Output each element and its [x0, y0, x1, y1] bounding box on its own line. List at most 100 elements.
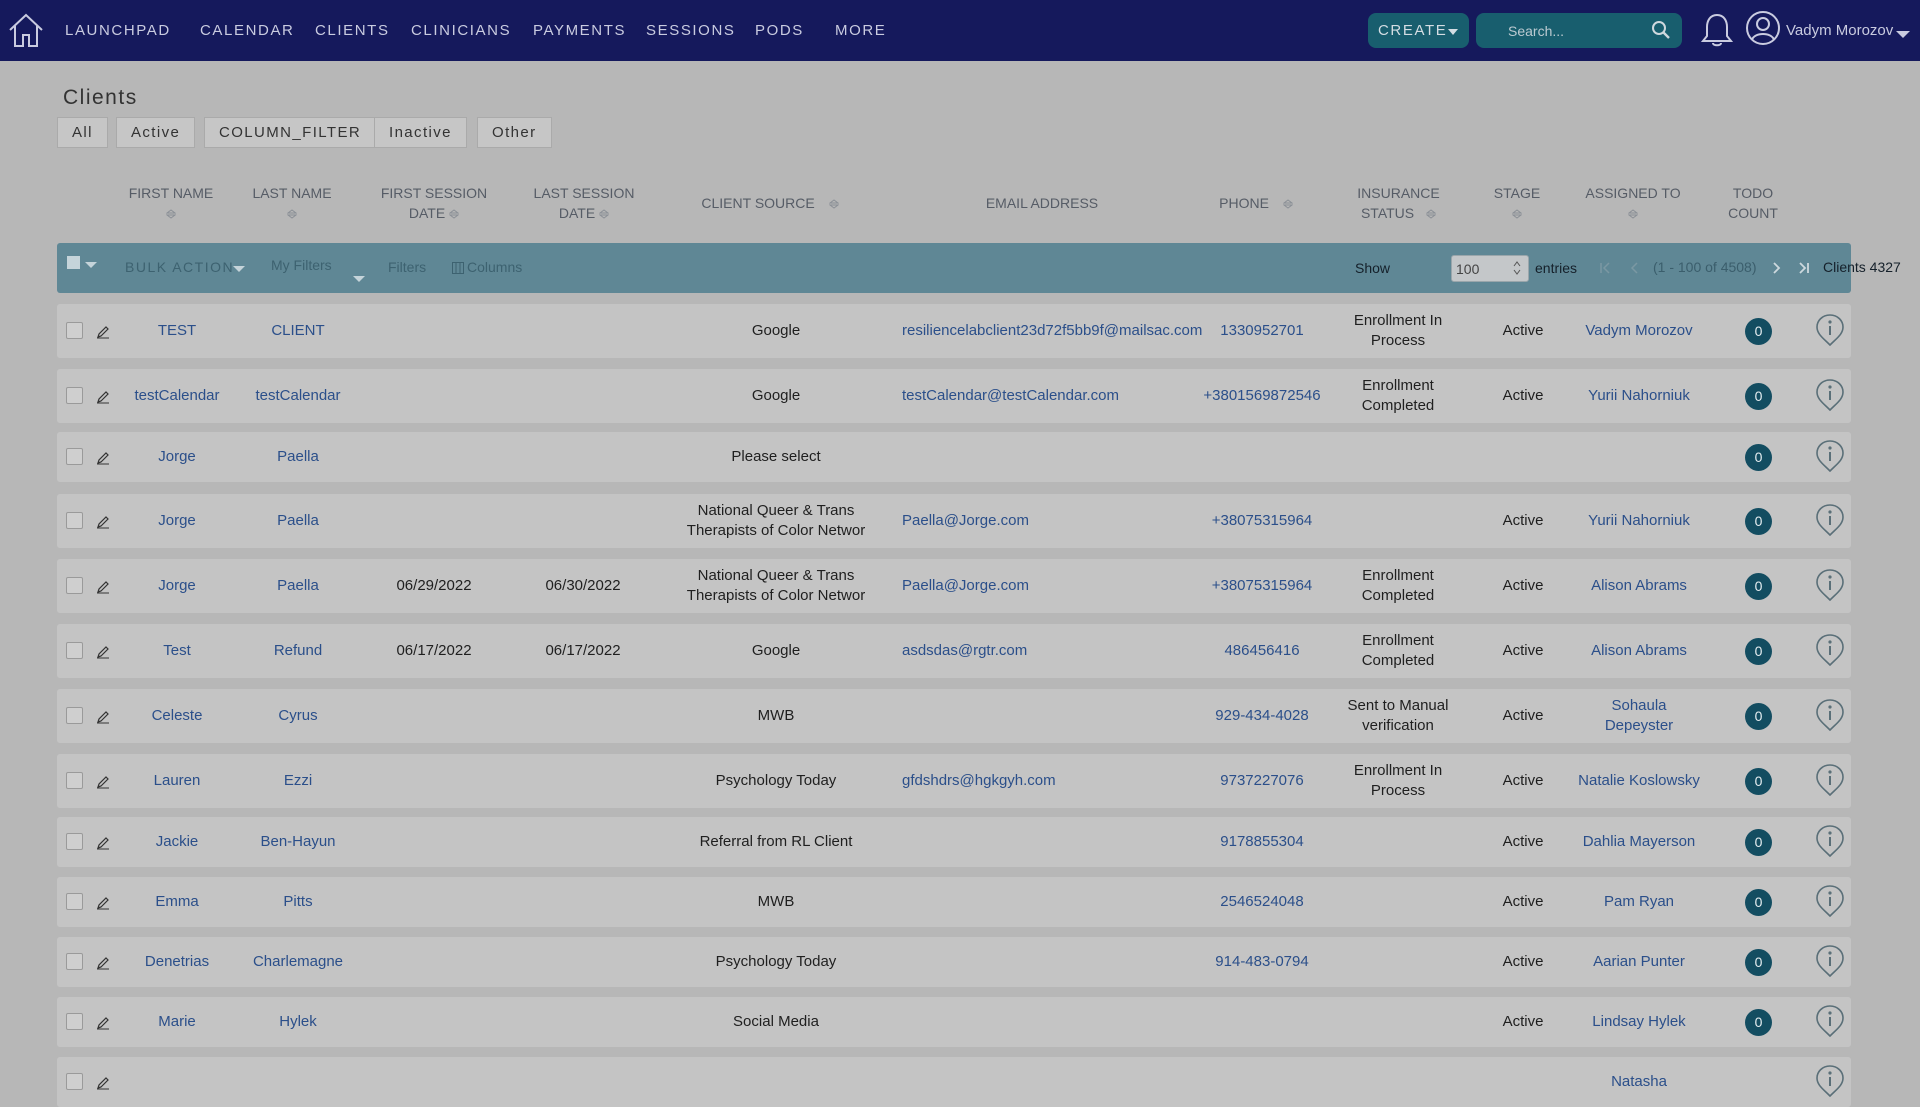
- edit-icon[interactable]: [96, 390, 110, 404]
- row-checkbox[interactable]: [66, 387, 83, 404]
- nav-more[interactable]: MORE: [835, 22, 886, 39]
- select-all-chevron-icon[interactable]: [85, 262, 97, 268]
- first-name-link[interactable]: Emma: [155, 892, 198, 912]
- email-link[interactable]: resiliencelabclient23d72f5bb9f@mailsac.c…: [902, 321, 1202, 341]
- search-icon[interactable]: [1651, 20, 1671, 40]
- info-icon[interactable]: [1815, 313, 1845, 347]
- column-header-client-source[interactable]: CLIENT SOURCE: [690, 193, 850, 213]
- phone-link[interactable]: +38075315964: [1212, 511, 1313, 531]
- row-checkbox[interactable]: [66, 772, 83, 789]
- row-checkbox[interactable]: [66, 833, 83, 850]
- phone-link[interactable]: 486456416: [1224, 641, 1299, 661]
- assigned-to-link[interactable]: Alison Abrams: [1591, 641, 1687, 661]
- edit-icon[interactable]: [96, 1076, 110, 1090]
- todo-count-badge[interactable]: 0: [1745, 573, 1772, 600]
- email-link[interactable]: Paella@Jorge.com: [902, 576, 1029, 596]
- todo-count-badge[interactable]: 0: [1745, 444, 1772, 471]
- info-icon[interactable]: [1815, 698, 1845, 732]
- phone-link[interactable]: 929-434-4028: [1215, 706, 1308, 726]
- first-name-link[interactable]: Celeste: [152, 706, 203, 726]
- last-name-link[interactable]: Refund: [274, 641, 322, 661]
- info-icon[interactable]: [1815, 1004, 1845, 1038]
- row-checkbox[interactable]: [66, 322, 83, 339]
- chevron-down-icon[interactable]: [233, 266, 245, 272]
- user-menu-chevron-icon[interactable]: [1896, 31, 1910, 38]
- columns-button[interactable]: Columns: [467, 259, 522, 275]
- nav-clinicians[interactable]: CLINICIANS: [411, 22, 511, 39]
- last-name-link[interactable]: Ezzi: [284, 771, 312, 791]
- home-icon[interactable]: [7, 11, 45, 49]
- email-link[interactable]: Paella@Jorge.com: [902, 511, 1029, 531]
- last-page-icon[interactable]: [1798, 262, 1810, 274]
- edit-icon[interactable]: [96, 325, 110, 339]
- last-name-link[interactable]: Pitts: [283, 892, 312, 912]
- last-name-link[interactable]: CLIENT: [271, 321, 324, 341]
- last-name-link[interactable]: Charlemagne: [253, 952, 343, 972]
- todo-count-badge[interactable]: 0: [1745, 638, 1772, 665]
- nav-sessions[interactable]: SESSIONS: [646, 22, 736, 39]
- info-icon[interactable]: [1815, 1064, 1845, 1098]
- email-link[interactable]: gfdshdrs@hgkgyh.com: [902, 771, 1056, 791]
- select-all-checkbox[interactable]: [67, 256, 80, 269]
- todo-count-badge[interactable]: 0: [1745, 508, 1772, 535]
- first-name-link[interactable]: Denetrias: [145, 952, 209, 972]
- assigned-to-link[interactable]: Sohaula Depeyster: [1605, 696, 1673, 736]
- todo-count-badge[interactable]: 0: [1745, 768, 1772, 795]
- user-name[interactable]: Vadym Morozov: [1786, 22, 1893, 39]
- stepper-icon[interactable]: [1513, 260, 1521, 276]
- assigned-to-link[interactable]: Alison Abrams: [1591, 576, 1687, 596]
- nav-clients[interactable]: CLIENTS: [315, 22, 390, 39]
- todo-count-badge[interactable]: 0: [1745, 703, 1772, 730]
- first-page-icon[interactable]: [1599, 262, 1611, 274]
- phone-link[interactable]: 9178855304: [1220, 832, 1303, 852]
- row-checkbox[interactable]: [66, 1073, 83, 1090]
- info-icon[interactable]: [1815, 763, 1845, 797]
- column-header-first-name[interactable]: FIRST NAME: [121, 183, 221, 223]
- filters-button[interactable]: Filters: [388, 259, 426, 275]
- edit-icon[interactable]: [96, 451, 110, 465]
- last-name-link[interactable]: Paella: [277, 511, 319, 531]
- edit-icon[interactable]: [96, 775, 110, 789]
- assigned-to-link[interactable]: Aarian Punter: [1593, 952, 1685, 972]
- last-name-link[interactable]: Hylek: [279, 1012, 317, 1032]
- column-header-todo-count[interactable]: TODO COUNT: [1718, 183, 1788, 223]
- columns-icon[interactable]: [452, 262, 464, 274]
- column-header-stage[interactable]: STAGE: [1477, 183, 1557, 223]
- column-header-email-address[interactable]: EMAIL ADDRESS: [962, 193, 1122, 213]
- assigned-to-link[interactable]: Yurii Nahorniuk: [1588, 386, 1690, 406]
- last-name-link[interactable]: Paella: [277, 576, 319, 596]
- next-page-icon[interactable]: [1770, 262, 1782, 274]
- info-icon[interactable]: [1815, 824, 1845, 858]
- first-name-link[interactable]: Lauren: [154, 771, 201, 791]
- nav-launchpad[interactable]: LAUNCHPAD: [65, 22, 171, 39]
- phone-link[interactable]: 2546524048: [1220, 892, 1303, 912]
- column-header-last-name[interactable]: LAST NAME: [242, 183, 342, 223]
- column-header-first-session-date[interactable]: FIRST SESSION DATE: [374, 183, 494, 223]
- column-header-last-session-date[interactable]: LAST SESSION DATE: [524, 183, 644, 223]
- todo-count-badge[interactable]: 0: [1745, 889, 1772, 916]
- column-header-assigned-to[interactable]: ASSIGNED TO: [1578, 183, 1688, 223]
- assigned-to-link[interactable]: Vadym Morozov: [1585, 321, 1692, 341]
- nav-pods[interactable]: PODS: [755, 22, 804, 39]
- row-checkbox[interactable]: [66, 953, 83, 970]
- edit-icon[interactable]: [96, 836, 110, 850]
- last-name-link[interactable]: Ben-Hayun: [260, 832, 335, 852]
- bulk-action-dropdown[interactable]: BULK ACTION: [125, 259, 234, 275]
- edit-icon[interactable]: [96, 896, 110, 910]
- info-icon[interactable]: [1815, 378, 1845, 412]
- first-name-link[interactable]: Jackie: [156, 832, 199, 852]
- info-icon[interactable]: [1815, 439, 1845, 473]
- last-name-link[interactable]: Cyrus: [278, 706, 317, 726]
- row-checkbox[interactable]: [66, 448, 83, 465]
- todo-count-badge[interactable]: 0: [1745, 383, 1772, 410]
- bell-icon[interactable]: [1700, 11, 1734, 49]
- assigned-to-link[interactable]: Pam Ryan: [1604, 892, 1674, 912]
- assigned-to-link[interactable]: Natasha: [1611, 1072, 1667, 1092]
- row-checkbox[interactable]: [66, 707, 83, 724]
- last-name-link[interactable]: testCalendar: [255, 386, 340, 406]
- first-name-link[interactable]: Jorge: [158, 576, 196, 596]
- row-checkbox[interactable]: [66, 512, 83, 529]
- first-name-link[interactable]: Jorge: [158, 447, 196, 467]
- edit-icon[interactable]: [96, 645, 110, 659]
- edit-icon[interactable]: [96, 580, 110, 594]
